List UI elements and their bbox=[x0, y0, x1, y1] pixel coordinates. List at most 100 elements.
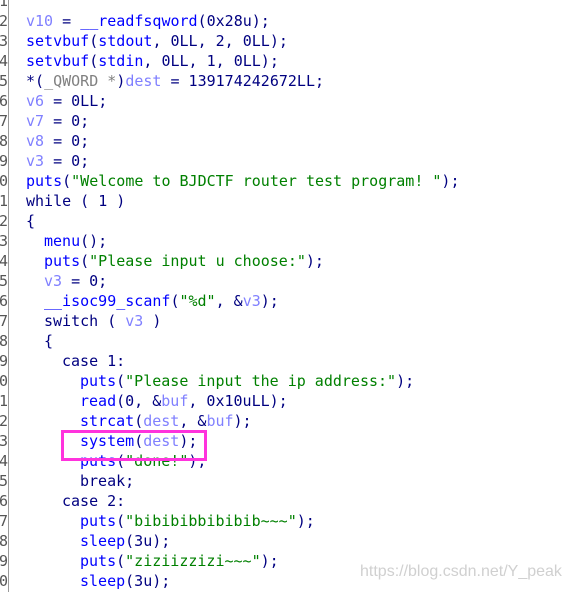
code-token-fn: strcat bbox=[80, 412, 135, 430]
code-token-var: v6 bbox=[26, 92, 45, 110]
code-token-pun: ); bbox=[233, 412, 252, 430]
line-number-gutter: 123456789012345678901234567890 bbox=[0, 0, 9, 592]
code-token-pun: , & bbox=[179, 412, 207, 430]
code-line[interactable]: { bbox=[44, 331, 53, 351]
code-token-pun: = 0LL; bbox=[44, 92, 108, 110]
highlight-box-system-call bbox=[61, 430, 207, 461]
code-line[interactable]: while ( 1 ) bbox=[26, 191, 125, 211]
line-number: 2 bbox=[0, 11, 8, 31]
code-token-var: v10 bbox=[26, 12, 54, 30]
code-token-var: v3 bbox=[26, 152, 45, 170]
line-number: 3 bbox=[0, 231, 8, 251]
line-number: 0 bbox=[0, 171, 8, 191]
line-number: 7 bbox=[0, 311, 8, 331]
code-token-str: "Please input u choose:" bbox=[89, 252, 306, 270]
code-token-fn: __readfsqword bbox=[80, 12, 198, 30]
code-token-pun: (0, & bbox=[116, 392, 162, 410]
code-token-pun: (3u); bbox=[125, 532, 171, 550]
code-token-var: v3 bbox=[125, 312, 144, 330]
code-token-pun: ) bbox=[116, 72, 126, 90]
line-number: 6 bbox=[0, 291, 8, 311]
code-token-var: v3 bbox=[44, 272, 63, 290]
code-line[interactable]: puts("ziziizzizi~~~"); bbox=[80, 551, 279, 571]
code-line[interactable]: setvbuf(stdin, 0LL, 1, 0LL); bbox=[26, 51, 279, 71]
code-token-fn: puts bbox=[44, 252, 81, 270]
line-number: 8 bbox=[0, 331, 8, 351]
code-line[interactable]: puts("Please input u choose:"); bbox=[44, 251, 324, 271]
code-line[interactable]: menu(); bbox=[44, 231, 107, 251]
code-token-pun: ); bbox=[441, 172, 460, 190]
code-line[interactable]: read(0, &buf, 0x10uLL); bbox=[80, 391, 288, 411]
code-line[interactable]: v3 = 0; bbox=[44, 271, 107, 291]
line-number: 5 bbox=[0, 271, 8, 291]
line-number: 2 bbox=[0, 211, 8, 231]
code-token-fn: stdout bbox=[98, 32, 153, 50]
code-token-var: buf bbox=[161, 392, 189, 410]
code-line[interactable]: sleep(3u); bbox=[80, 571, 170, 591]
code-token-var: v8 bbox=[26, 132, 45, 150]
code-line[interactable]: __isoc99_scanf("%d", &v3); bbox=[44, 291, 279, 311]
code-token-fn: read bbox=[80, 392, 117, 410]
line-number: 9 bbox=[0, 151, 8, 171]
code-line[interactable]: v3 = 0; bbox=[26, 151, 89, 171]
line-number: 3 bbox=[0, 31, 8, 51]
code-token-fn: stdin bbox=[98, 52, 144, 70]
code-line[interactable]: break; bbox=[80, 471, 134, 491]
code-token-pun: ); bbox=[296, 512, 315, 530]
code-token-var: dest bbox=[125, 72, 162, 90]
line-number: 8 bbox=[0, 131, 8, 151]
code-token-var: v7 bbox=[26, 112, 45, 130]
code-line[interactable]: v10 = __readfsqword(0x28u); bbox=[26, 11, 270, 31]
line-number: 7 bbox=[0, 111, 8, 131]
line-number: 2 bbox=[0, 411, 8, 431]
code-token-var: buf bbox=[206, 412, 234, 430]
code-token-pun: { bbox=[26, 212, 36, 230]
code-token-pun: ( bbox=[116, 512, 126, 530]
line-number: 9 bbox=[0, 351, 8, 371]
code-line[interactable]: sleep(3u); bbox=[80, 531, 170, 551]
code-token-pun: ( bbox=[116, 372, 126, 390]
code-token-str: "%d" bbox=[179, 292, 216, 310]
line-number: 1 bbox=[0, 191, 8, 211]
code-token-pun: case 2: bbox=[62, 492, 126, 510]
code-token-pun: ( bbox=[134, 412, 144, 430]
code-token-pun: ( bbox=[89, 32, 99, 50]
code-token-pun: ); bbox=[260, 292, 279, 310]
line-number: 0 bbox=[0, 371, 8, 391]
code-token-pun: = 139174242672LL; bbox=[161, 72, 325, 90]
code-line[interactable]: { bbox=[26, 211, 35, 231]
code-token-gray: _QWORD * bbox=[44, 72, 117, 90]
line-number: 0 bbox=[0, 571, 8, 591]
code-token-pun: , 0LL, 2, 0LL); bbox=[152, 32, 288, 50]
code-token-fn: menu bbox=[44, 232, 81, 250]
code-token-pun: , 0x10uLL); bbox=[188, 392, 288, 410]
code-line[interactable]: v8 = 0; bbox=[26, 131, 89, 151]
code-token-pun: case 1: bbox=[62, 352, 126, 370]
code-token-fn: puts bbox=[26, 172, 63, 190]
code-token-fn: setvbuf bbox=[26, 52, 90, 70]
code-line[interactable]: puts("Welcome to BJDCTF router test prog… bbox=[26, 171, 459, 191]
code-token-fn: puts bbox=[80, 552, 117, 570]
line-number: 4 bbox=[0, 451, 8, 471]
line-number: 1 bbox=[0, 391, 8, 411]
code-token-fn: sleep bbox=[80, 532, 126, 550]
line-number: 9 bbox=[0, 551, 8, 571]
code-token-pun: ( bbox=[116, 552, 126, 570]
code-line[interactable]: case 1: bbox=[62, 351, 125, 371]
code-line[interactable]: puts("bibibibbibibib~~~"); bbox=[80, 511, 315, 531]
code-token-pun: ( bbox=[80, 252, 90, 270]
code-token-str: "Welcome to BJDCTF router test program! … bbox=[71, 172, 442, 190]
code-token-pun: *( bbox=[26, 72, 45, 90]
code-token-pun: = 0; bbox=[44, 132, 90, 150]
line-number: 1 bbox=[0, 0, 8, 11]
code-line[interactable]: v6 = 0LL; bbox=[26, 91, 107, 111]
line-number: 6 bbox=[0, 91, 8, 111]
code-line[interactable]: *(_QWORD *)dest = 139174242672LL; bbox=[26, 71, 324, 91]
code-token-fn: puts bbox=[80, 512, 117, 530]
code-line[interactable]: puts("Please input the ip address:"); bbox=[80, 371, 414, 391]
code-line[interactable]: v7 = 0; bbox=[26, 111, 89, 131]
code-line[interactable]: case 2: bbox=[62, 491, 125, 511]
code-line[interactable]: switch ( v3 ) bbox=[44, 311, 161, 331]
code-line[interactable]: strcat(dest, &buf); bbox=[80, 411, 252, 431]
code-line[interactable]: setvbuf(stdout, 0LL, 2, 0LL); bbox=[26, 31, 288, 51]
